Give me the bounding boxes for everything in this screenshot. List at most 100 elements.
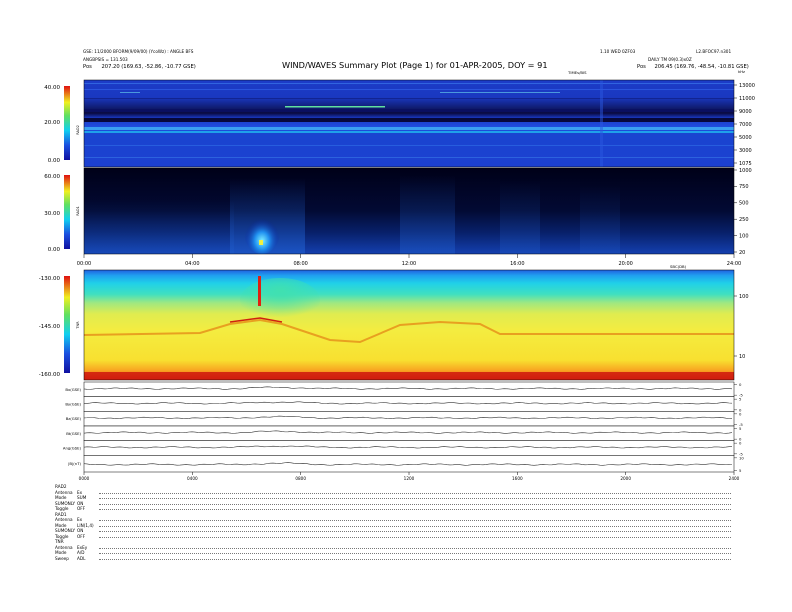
footer-row-label: Sweep — [55, 555, 69, 561]
rad2-panel — [83, 79, 735, 168]
mag-panel-label: By(GSE) — [65, 402, 81, 407]
freq-tick-label: 100 — [739, 233, 749, 239]
footer-row-dots — [99, 531, 731, 532]
freq-tick-label: 100 — [739, 294, 749, 300]
mag-tick-label: 5 — [739, 468, 742, 473]
footer-row: Antenna Ex — [55, 517, 735, 522]
footer-row-label: Mode — [55, 550, 67, 555]
footer-row-label: SUMONLY — [55, 528, 76, 533]
rad1-freq-ticks: 1000 750 500 250 100 20 — [734, 168, 752, 256]
mag-panel-label: Bx(GSE) — [65, 387, 81, 392]
footer-row-value: Ex — [77, 489, 83, 495]
mag-panel: By(GSE)50 — [65, 396, 742, 412]
footer-section-header: RAD2 — [55, 484, 67, 489]
time-tick-label: 08:00 — [293, 261, 307, 267]
footer-row: Toggle OFF — [55, 506, 735, 511]
rad2-cbar-tick-0: 40.00 — [44, 85, 60, 91]
freq-tick-label: 1000 — [739, 168, 752, 174]
tnr-cbar-tick-2: -160.00 — [39, 372, 61, 378]
tnr-freq-ticks: 100 10 — [734, 294, 749, 360]
mag-tick-label: 0 — [739, 441, 742, 446]
rad1-cbar-tick-1: 30.00 — [44, 211, 60, 217]
mag-tick-label: 10 — [739, 455, 744, 460]
tnr-freq-unit: SBC(DB) — [670, 264, 687, 269]
footer-row-dots — [99, 492, 731, 494]
freq-tick-label: 7000 — [739, 122, 752, 128]
footer-row-dots — [99, 558, 731, 560]
footer-row-label: Mode — [55, 495, 67, 500]
time-tick-label: 16:00 — [510, 261, 524, 267]
rad2-freq-unit: kHz — [738, 69, 745, 74]
rad2-ylabel: RAD2 — [76, 125, 80, 135]
mag-panel-label: Bz(GSE) — [66, 416, 82, 421]
footer-row: SUMONLY ON — [55, 501, 735, 506]
freq-tick-label: 9000 — [739, 109, 752, 115]
time-tick-label: 24:00 — [727, 261, 741, 267]
footer-row-dots — [99, 520, 731, 521]
footer-row-value: ON — [77, 500, 84, 506]
footer-row: Toggle OFF — [55, 534, 735, 539]
mag-panels: Bx(GSE)0-5By(GSE)50Bz(GSE)0-5Bt(GSE)50An… — [63, 381, 744, 473]
freq-tick-label: 750 — [739, 184, 749, 190]
footer-row-value: SUM — [77, 495, 87, 500]
footer-row-label: Antenna — [55, 517, 73, 522]
freq-tick-label: 10 — [739, 354, 745, 360]
footer-row-value: OFF — [77, 533, 86, 539]
mag-panel: |B|(nT) 10 5 — [68, 455, 744, 473]
time-tick-label: 20:00 — [618, 261, 632, 267]
mag-time-label: 1600 — [512, 476, 523, 481]
rad1-colorbar — [64, 175, 70, 249]
rad1-panel — [83, 167, 735, 255]
freq-tick-label: 13000 — [739, 83, 755, 89]
rad1-burst — [244, 210, 280, 254]
footer-row-value: Ex — [77, 517, 83, 522]
tnr-cbar-tick-1: -145.00 — [39, 324, 61, 330]
mag-time-label: 2000 — [620, 476, 631, 481]
mag-panel: Bx(GSE)0-5 — [65, 381, 743, 398]
footer-row-value: LIN(1,4) — [77, 522, 94, 528]
footer-row-dots — [99, 553, 731, 554]
footer-row-dots — [99, 547, 731, 549]
footer-row-value: OFF — [77, 506, 86, 511]
footer-row: Antenna Ex — [55, 490, 735, 495]
mag-panel: Bz(GSE)0-5 — [66, 411, 743, 427]
mag-panel-label: Bt(GSE) — [66, 431, 81, 436]
footer-row-dots — [99, 498, 731, 499]
rad1-cbar-tick-0: 60.00 — [44, 174, 60, 180]
footer-row-value: A/D — [77, 550, 85, 555]
time-tick-label: 04:00 — [185, 261, 199, 267]
footer-row-label: Toggle — [55, 506, 69, 511]
footer-row-label: Antenna — [55, 544, 73, 550]
freq-tick-label: 250 — [739, 217, 749, 223]
footer-row: Mode A/D — [55, 550, 735, 555]
footer-row-label: SUMONLY — [55, 500, 76, 506]
tnr-colorbar — [64, 276, 70, 373]
freq-tick-label: 500 — [739, 201, 749, 207]
footer-row-value: ADL — [77, 555, 86, 561]
mag-tick-label: 0 — [739, 411, 742, 416]
mag-time-axis: 0000 0400 0800 1200 1600 2000 2400 — [79, 472, 740, 481]
rad1-ylabel: RAD1 — [76, 206, 80, 216]
footer-row-label: Mode — [55, 522, 67, 528]
rad2-spectrogram — [84, 80, 734, 167]
mag-time-label: 0400 — [187, 476, 198, 481]
rad1-time-axis: 00:00 04:00 08:00 12:00 16:00 20:00 24:00 — [77, 254, 741, 267]
mag-time-label: 2400 — [729, 476, 740, 481]
tnr-cbar-tick-0: -130.00 — [39, 276, 61, 282]
freq-tick-label: 1075 — [739, 161, 752, 167]
mag-time-label: 0000 — [79, 476, 90, 481]
footer-row: Mode LIN(1,4) — [55, 523, 735, 528]
footer-row-dots — [99, 509, 731, 510]
footer-row-value: ExEy — [77, 544, 88, 550]
rad2-colorbar — [64, 86, 70, 160]
footer-row: Sweep ADL — [55, 556, 735, 561]
freq-tick-label: 20 — [739, 250, 745, 256]
mag-tick-label: 0 — [739, 382, 742, 387]
footer-row: Antenna ExEy — [55, 545, 735, 550]
time-tick-label: 12:00 — [402, 261, 416, 267]
footer-section-header: TNR — [55, 539, 64, 544]
rad2-freq-ticks: 13000 11000 9000 7000 5000 3000 1075 — [734, 83, 755, 167]
footer-row: Mode SUM — [55, 495, 735, 500]
tnr-ylabel: TNR — [76, 321, 80, 330]
rad2-cbar-tick-1: 20.00 — [44, 120, 60, 126]
